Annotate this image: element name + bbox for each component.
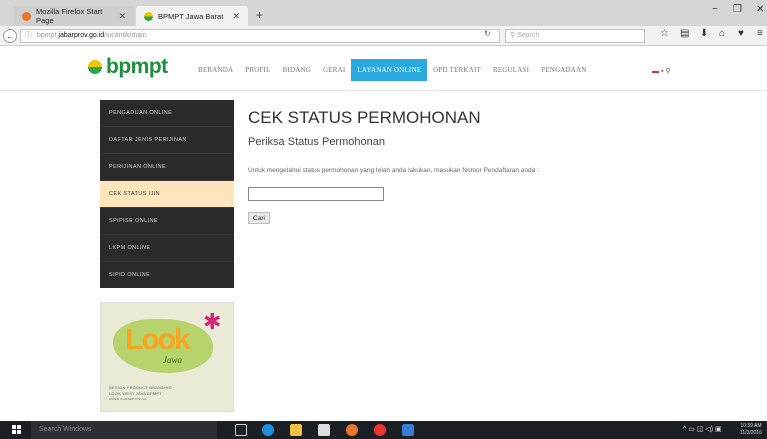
tab-firefox-start[interactable]: Mozilla Firefox Start Page ✕ xyxy=(14,6,134,26)
sidebar-item-lkpm-online[interactable]: LKPM ONLINE xyxy=(100,235,234,262)
windows-search-input[interactable]: Search Windows xyxy=(31,421,217,439)
star-icon: ✱ xyxy=(203,309,222,334)
download-icon[interactable]: ⬇ xyxy=(700,28,708,39)
search-placeholder: Search xyxy=(517,32,540,39)
url-bar[interactable]: ⓘ bpmpt.jabarprov.go.id/sicantik/main xyxy=(20,29,500,43)
tab-title: BPMPT Jawa Barat xyxy=(158,11,224,21)
info-icon: ⓘ xyxy=(25,32,32,39)
new-tab-button[interactable]: + xyxy=(256,8,263,22)
main-menu: BERANDA PROFIL BIDANG GERAI LAYANAN ONLI… xyxy=(192,59,593,81)
file-explorer-icon[interactable] xyxy=(290,424,302,436)
windows-taskbar: Search Windows ^ ▭ ◫ ◁) ▣ 10:39 AM 11/3/… xyxy=(0,421,767,439)
banner-line: DESIGN PRODUCT BRANDING xyxy=(109,385,172,390)
system-tray-icons[interactable]: ^ ▭ ◫ ◁) ▣ xyxy=(683,425,722,433)
nav-gerai[interactable]: GERAI xyxy=(317,59,351,81)
banner-script: Jawa xyxy=(163,355,182,365)
system-clock[interactable]: 10:39 AM 11/3/2016 xyxy=(740,423,762,437)
photos-icon[interactable] xyxy=(402,424,414,436)
task-view-icon[interactable] xyxy=(235,424,247,436)
sidebar-item-sipid-online[interactable]: SIPID ONLINE xyxy=(100,262,234,289)
nav-regulasi[interactable]: REGULASI xyxy=(487,59,535,81)
site-search-icon[interactable]: ⚲ xyxy=(665,68,670,75)
browser-nav-bar: ← ⓘ bpmpt.jabarprov.go.id/sicantik/main … xyxy=(0,26,767,46)
banner-line: VIDEO KONSEP VISUAL xyxy=(109,397,147,401)
store-icon[interactable] xyxy=(318,424,330,436)
logo-text: bpmpt xyxy=(106,55,168,78)
clock-time: 10:39 AM xyxy=(740,423,762,429)
window-close-icon[interactable]: ✕ xyxy=(756,4,764,15)
bookmark-star-icon[interactable]: ☆ xyxy=(660,28,669,39)
site-logo[interactable]: bpmpt xyxy=(88,55,168,79)
library-icon[interactable]: ▤ xyxy=(680,28,689,39)
windows-start-icon[interactable] xyxy=(12,425,21,434)
url-domain: jabarprov.go.id xyxy=(58,32,105,39)
nav-opd-terkait[interactable]: OPD TERKAIT xyxy=(427,59,487,81)
edge-icon[interactable] xyxy=(262,424,274,436)
banner-word: Look xyxy=(125,323,191,356)
nav-pengadaan[interactable]: PENGADAAN xyxy=(535,59,592,81)
firefox-icon xyxy=(22,11,31,21)
back-arrow-icon[interactable]: ← xyxy=(3,29,17,43)
sidebar-item-cek-status-ijin[interactable]: CEK STATUS IJIN xyxy=(100,181,234,208)
pocket-icon[interactable]: ♥ xyxy=(738,28,744,39)
home-icon[interactable]: ⌂ xyxy=(719,28,725,39)
menu-hamburger-icon[interactable]: ≡ xyxy=(757,28,763,39)
look-west-java-banner[interactable]: Look ✱ Jawa DESIGN PRODUCT BRANDING LOOK… xyxy=(100,302,234,412)
nav-beranda[interactable]: BERANDA xyxy=(192,59,239,81)
page-subtitle: Periksa Status Permohonan xyxy=(248,136,385,148)
nav-layanan-online[interactable]: LAYANAN ONLINE xyxy=(351,59,428,81)
instruction-text: Untuk mengetahui status permohonan yang … xyxy=(248,167,539,174)
nav-bidang[interactable]: BIDANG xyxy=(277,59,317,81)
browser-tab-strip: Mozilla Firefox Start Page ✕ BPMPT Jawa … xyxy=(0,0,767,26)
url-path: /sicantik/main xyxy=(104,32,147,39)
opera-icon[interactable] xyxy=(374,424,386,436)
logo-mark-icon xyxy=(88,60,102,74)
site-header: bpmpt BERANDA PROFIL BIDANG GERAI LAYANA… xyxy=(0,47,767,91)
bpmpt-favicon-icon xyxy=(144,11,153,21)
browser-search-input[interactable]: ⚲ Search xyxy=(505,29,645,43)
banner-line: LOOK WEST JAVA BPMPT xyxy=(109,391,162,396)
nav-profil[interactable]: PROFIL xyxy=(239,59,276,81)
sidebar-item-pengaduan-online[interactable]: PENGADUAN ONLINE xyxy=(100,100,234,127)
url-prefix: bpmpt. xyxy=(37,32,59,39)
sidebar-item-daftar-jenis-perijinan[interactable]: DAFTAR JENIS PERIJINAN xyxy=(100,127,234,154)
tab-title: Mozilla Firefox Start Page xyxy=(36,7,103,25)
reload-icon[interactable]: ↻ xyxy=(484,29,491,38)
search-button[interactable]: Cari xyxy=(248,212,270,224)
maximize-icon[interactable]: ❐ xyxy=(733,4,742,15)
sidebar-item-spipise-online[interactable]: SPIPISE ONLINE xyxy=(100,208,234,235)
sidebar-item-perijinan-online[interactable]: PERIJINAN ONLINE xyxy=(100,154,234,181)
close-icon[interactable]: ✕ xyxy=(118,11,126,22)
registration-number-input[interactable] xyxy=(248,187,384,201)
language-flag-icon[interactable]: ▬ ▪ ⚲ xyxy=(652,67,671,75)
firefox-taskbar-icon[interactable] xyxy=(346,424,358,436)
tab-bpmpt[interactable]: BPMPT Jawa Barat ✕ xyxy=(136,6,248,26)
close-icon[interactable]: ✕ xyxy=(232,11,240,22)
sidebar-menu: PENGADUAN ONLINE DAFTAR JENIS PERIJINAN … xyxy=(100,100,234,288)
minimize-icon[interactable]: − xyxy=(712,4,718,15)
clock-date: 11/3/2016 xyxy=(740,430,762,436)
page-title: CEK STATUS PERMOHONAN xyxy=(248,108,481,127)
